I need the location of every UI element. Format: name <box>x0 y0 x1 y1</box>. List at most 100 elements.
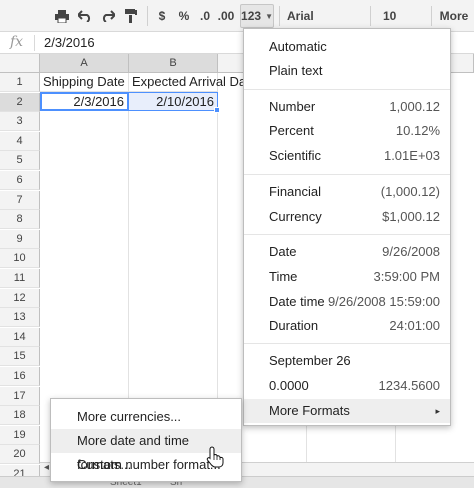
menu-item-example: 1.01E+03 <box>383 148 440 163</box>
row-header-7[interactable]: 7 <box>0 190 40 210</box>
row-header-4[interactable]: 4 <box>0 131 40 151</box>
toolbar-separator <box>370 6 371 26</box>
menu-separator <box>244 174 450 175</box>
percent-format-button[interactable]: % <box>175 4 193 28</box>
menu-item-plain-text[interactable]: Plain text <box>244 59 450 83</box>
cell-a2[interactable]: 2/3/2016 <box>40 92 129 111</box>
print-icon <box>55 9 69 23</box>
row-header-2[interactable]: 2 <box>0 92 40 112</box>
menu-item-percent[interactable]: Percent 10.12% <box>244 119 450 143</box>
row-header-3[interactable]: 3 <box>0 112 40 132</box>
menu-item-label: Scientific <box>269 148 322 163</box>
select-all-corner[interactable] <box>0 54 40 73</box>
menu-item-more-formats[interactable]: More Formats ▸ <box>244 399 450 423</box>
increase-decimals-button[interactable]: .00 <box>214 4 238 28</box>
row-header-13[interactable]: 13 <box>0 308 40 328</box>
menu-item-label: 0.0000 <box>269 378 309 393</box>
menu-item-label: Percent <box>269 123 314 138</box>
formula-separator <box>34 35 35 51</box>
row-header-17[interactable]: 17 <box>0 386 40 406</box>
chevron-down-icon: ▼ <box>265 11 273 21</box>
more-formats-button[interactable]: 123 ▼ <box>240 4 274 28</box>
row-header-16[interactable]: 16 <box>0 367 40 386</box>
menu-item-label: Number <box>269 99 316 114</box>
menu-item-label: Financial <box>269 184 322 199</box>
font-family-label: Arial <box>287 9 314 23</box>
menu-separator <box>244 234 450 235</box>
fill-handle[interactable] <box>214 107 220 113</box>
redo-button[interactable] <box>98 4 118 28</box>
toolbar-separator <box>147 6 148 26</box>
menu-item-custom-date[interactable]: September 26 <box>244 349 450 373</box>
more-formats-label: 123 <box>241 9 262 23</box>
menu-item-more-currencies[interactable]: More currencies... <box>51 405 241 429</box>
menu-item-label: Automatic <box>269 39 327 54</box>
menu-item-custom-number[interactable]: 0.0000 1234.5600 <box>244 374 450 398</box>
redo-icon <box>102 10 115 22</box>
menu-item-label: Plain text <box>269 63 323 78</box>
menu-item-currency[interactable]: Currency $1,000.12 <box>244 205 450 229</box>
menu-item-label: More Formats <box>269 403 350 418</box>
menu-item-label: September 26 <box>269 353 351 368</box>
row-header-1[interactable]: 1 <box>0 73 40 92</box>
more-button[interactable]: More <box>436 4 472 28</box>
cell-b1[interactable]: Expected Arrival Date <box>129 73 257 92</box>
hand-cursor-icon <box>206 446 224 468</box>
column-header-a[interactable]: A <box>40 54 129 73</box>
row-header-6[interactable]: 6 <box>0 171 40 190</box>
row-header-12[interactable]: 12 <box>0 288 40 308</box>
font-family-select[interactable]: Arial <box>281 4 367 28</box>
menu-item-label: Date time <box>269 294 325 309</box>
row-header-11[interactable]: 11 <box>0 269 40 288</box>
menu-item-example: $1,000.12 <box>382 209 440 224</box>
font-size-label: 10 <box>383 9 397 23</box>
column-header-b[interactable]: B <box>129 54 218 73</box>
number-format-menu: Automatic Plain text Number 1,000.12 Perc… <box>243 28 451 426</box>
row-header-10[interactable]: 10 <box>0 249 40 269</box>
toolbar-separator <box>279 6 280 26</box>
undo-button[interactable] <box>75 4 95 28</box>
menu-item-financial[interactable]: Financial (1,000.12) <box>244 180 450 204</box>
row-header-8[interactable]: 8 <box>0 210 40 230</box>
row-header-14[interactable]: 14 <box>0 327 40 347</box>
menu-item-example: 3:59:00 PM <box>373 269 441 284</box>
print-button[interactable] <box>52 4 72 28</box>
row-header-15[interactable]: 15 <box>0 347 40 367</box>
menu-item-label: Time <box>269 269 298 284</box>
menu-item-number[interactable]: Number 1,000.12 <box>244 95 450 119</box>
row-header-5[interactable]: 5 <box>0 151 40 171</box>
menu-item-example: 9/26/2008 <box>382 244 440 259</box>
menu-item-label: Duration <box>269 318 319 333</box>
font-size-select[interactable]: 10 <box>377 4 427 28</box>
undo-icon <box>78 10 91 22</box>
more-formats-submenu: More currencies... More date and time fo… <box>50 398 242 482</box>
cell-b2[interactable]: 2/10/2016 <box>129 92 218 111</box>
row-header-9[interactable]: 9 <box>0 229 40 249</box>
menu-item-time[interactable]: Time 3:59:00 PM <box>244 265 450 289</box>
menu-item-example: 24:01:00 <box>389 318 440 333</box>
currency-format-button[interactable]: $ <box>153 4 171 28</box>
formula-input[interactable]: 2/3/2016 <box>44 35 95 50</box>
menu-item-date[interactable]: Date 9/26/2008 <box>244 240 450 264</box>
menu-item-label: Currency <box>269 209 322 224</box>
menu-item-example: (1,000.12) <box>380 184 440 199</box>
row-header-18[interactable]: 18 <box>0 406 40 426</box>
menu-item-example: 1,000.12 <box>389 99 440 114</box>
menu-item-label: Date <box>269 244 297 259</box>
row-header-19[interactable]: 19 <box>0 425 40 445</box>
chevron-right-icon: ▸ <box>435 406 440 416</box>
menu-item-example: 1234.5600 <box>378 378 440 393</box>
menu-item-example: 9/26/2008 15:59:00 <box>327 294 440 309</box>
menu-item-scientific[interactable]: Scientific 1.01E+03 <box>244 144 450 168</box>
cell-a1[interactable]: Shipping Date <box>40 73 129 92</box>
row-header-20[interactable]: 20 <box>0 445 40 465</box>
paint-format-icon <box>125 9 137 23</box>
menu-item-example: 10.12% <box>395 123 440 138</box>
fx-icon: fx <box>10 34 24 50</box>
decrease-decimals-button[interactable]: .0 <box>197 4 213 28</box>
scroll-left-icon[interactable]: ◂ <box>44 462 49 473</box>
menu-item-automatic[interactable]: Automatic <box>244 35 450 59</box>
paint-format-button[interactable] <box>121 4 141 28</box>
menu-item-duration[interactable]: Duration 24:01:00 <box>244 314 450 338</box>
menu-item-date-time[interactable]: Date time 9/26/2008 15:59:00 <box>244 290 450 314</box>
